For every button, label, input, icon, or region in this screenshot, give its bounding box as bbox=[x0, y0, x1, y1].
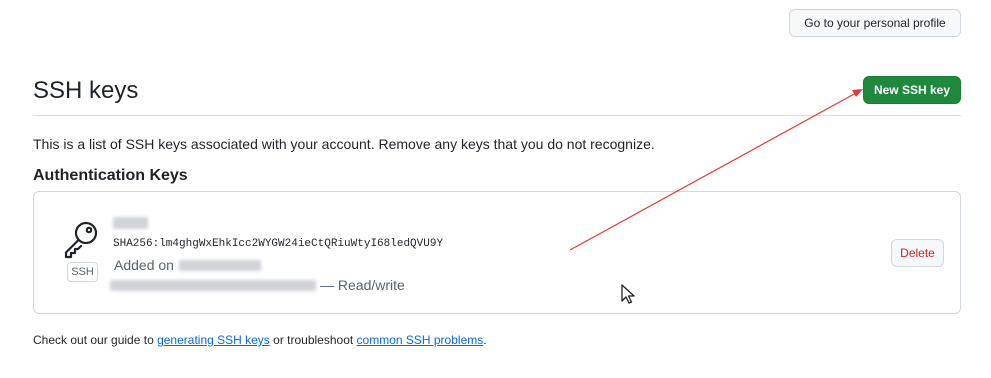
mouse-cursor-icon bbox=[620, 284, 638, 304]
annotation-arrow bbox=[569, 89, 863, 251]
